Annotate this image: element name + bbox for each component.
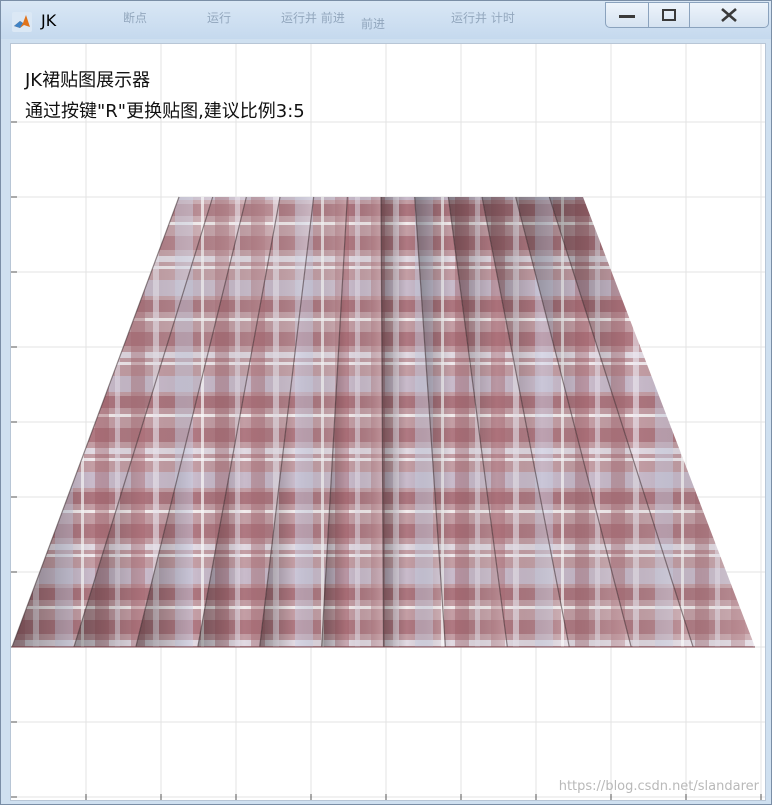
ghost-label: 运行: [207, 11, 232, 25]
figure-window: 断点 运行 运行并 前进 前进 运行并 计时 JK JK裙贴图展示器 通过按键"…: [0, 0, 772, 805]
ghost-label: 前进: [361, 17, 386, 31]
maximize-icon: [662, 9, 676, 21]
skirt-axes[interactable]: [11, 44, 765, 800]
skirt-surface: [11, 196, 755, 648]
title-text: JK裙贴图展示器: [25, 70, 151, 91]
minimize-icon: [619, 15, 635, 18]
minimize-button[interactable]: [605, 2, 649, 28]
maximize-button[interactable]: [648, 2, 690, 28]
ghost-label: 运行并 计时: [451, 11, 515, 25]
matlab-icon[interactable]: [12, 12, 32, 32]
close-icon: [721, 8, 737, 22]
watermark: https://blog.csdn.net/slandarer: [558, 779, 759, 794]
title-bar[interactable]: 断点 运行 运行并 前进 前进 运行并 计时 JK: [1, 1, 771, 39]
figure-canvas[interactable]: JK裙贴图展示器 通过按键"R"更换贴图,建议比例3:5 https://blo…: [10, 43, 766, 801]
instruction-text: 通过按键"R"更换贴图,建议比例3:5: [25, 101, 305, 122]
ghost-label: 断点: [123, 11, 148, 25]
ghost-label: 运行并 前进: [281, 11, 345, 25]
close-button[interactable]: [689, 2, 769, 28]
window-title: JK: [41, 11, 57, 30]
